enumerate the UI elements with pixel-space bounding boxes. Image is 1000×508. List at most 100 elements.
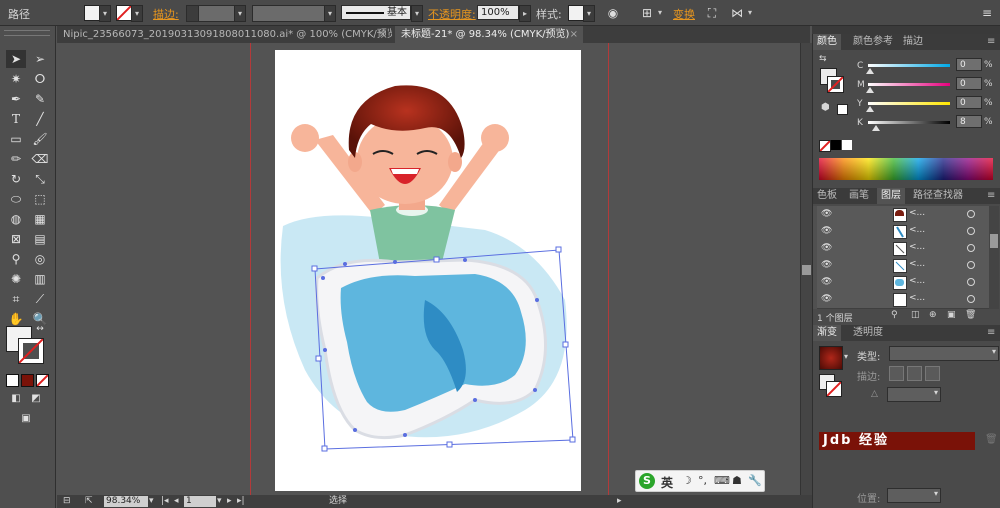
rectangle-tool-icon[interactable]: ▭: [6, 130, 26, 148]
first-artboard-icon[interactable]: |◂: [161, 495, 169, 508]
stroke-swatch[interactable]: [116, 5, 132, 21]
shape-builder-tool-icon[interactable]: ◍: [6, 210, 26, 228]
stroke-weight-dropdown[interactable]: ▾: [234, 5, 246, 22]
paintbrush-tool-icon[interactable]: 🖌: [30, 130, 50, 148]
eraser-tool-icon[interactable]: ⌫: [30, 150, 50, 168]
align-options-dropdown[interactable]: ▾: [655, 5, 665, 20]
stroke-style-field[interactable]: 基本: [341, 5, 411, 20]
tab-transparency[interactable]: 透明度: [849, 325, 887, 341]
last-artboard-icon[interactable]: ▸|: [237, 495, 245, 508]
stroke-gradient-across[interactable]: [925, 366, 940, 381]
target-circle-icon[interactable]: [967, 295, 975, 303]
artboard-dropdown[interactable]: ▾: [217, 495, 222, 508]
gradient-mode-button[interactable]: [21, 374, 34, 387]
stroke-color-box[interactable]: [18, 338, 44, 364]
layer-row[interactable]: 👁 <...: [817, 257, 989, 275]
black-slider[interactable]: [868, 121, 950, 124]
gradient-position-field[interactable]: ▾: [887, 488, 941, 503]
magenta-value[interactable]: 0: [956, 77, 982, 90]
type-tool-icon[interactable]: T: [6, 110, 26, 128]
locate-object-icon[interactable]: ⚲: [891, 310, 898, 320]
toolbar-grip[interactable]: [4, 30, 50, 36]
none-mode-button[interactable]: [36, 374, 49, 387]
scrollbar-thumb[interactable]: [990, 234, 998, 248]
artboard-nav-icon[interactable]: ⊟: [63, 495, 71, 508]
magenta-slider[interactable]: [868, 83, 950, 86]
artboard-number-field[interactable]: 1: [184, 496, 216, 507]
gradient-tool-icon[interactable]: ▤: [30, 230, 50, 248]
delete-stop-icon[interactable]: 🗑: [985, 434, 998, 445]
out-of-gamut-icon[interactable]: ⬢: [821, 102, 830, 113]
stroke-gradient-along[interactable]: [907, 366, 922, 381]
direct-selection-tool-icon[interactable]: ➢: [30, 50, 50, 68]
variable-width-dropdown[interactable]: ▾: [324, 5, 336, 22]
delete-layer-icon[interactable]: 🗑: [965, 310, 976, 320]
target-circle-icon[interactable]: [967, 261, 975, 269]
tab-color-guide[interactable]: 颜色参考: [849, 34, 897, 50]
visibility-eye-icon[interactable]: 👁: [821, 209, 832, 219]
color-mode-button[interactable]: [6, 374, 19, 387]
slider-thumb[interactable]: [866, 106, 874, 112]
warp-tool-icon[interactable]: ⬭: [6, 190, 26, 208]
vertical-scrollbar[interactable]: [800, 43, 812, 495]
tab-nipic-document[interactable]: Nipic_23566073_20190313091808011080.ai* …: [57, 26, 392, 43]
target-circle-icon[interactable]: [967, 210, 975, 218]
stroke-gradient-within[interactable]: [889, 366, 904, 381]
draw-normal-icon[interactable]: ◧: [6, 390, 26, 408]
gradient-preview-swatch[interactable]: [819, 346, 843, 370]
ime-toolbar[interactable]: S 英 ☽ °, ⌨ ☗ 🔧: [635, 470, 765, 492]
selection-tool-icon[interactable]: ➤: [6, 50, 26, 68]
soft-keyboard-icon[interactable]: ⌨: [714, 474, 730, 487]
swap-fill-stroke-icon[interactable]: ↔: [34, 320, 46, 338]
cyan-value[interactable]: 0: [956, 58, 982, 71]
gradient-angle-field[interactable]: ▾: [887, 387, 941, 402]
new-sublayer-icon[interactable]: ⊕: [929, 310, 937, 320]
isolate-group-icon[interactable]: ⋈: [728, 4, 746, 22]
white-swatch[interactable]: [842, 140, 852, 150]
target-circle-icon[interactable]: [967, 227, 975, 235]
gradient-type-select[interactable]: ▾: [889, 346, 999, 361]
mesh-tool-icon[interactable]: ⊠: [6, 230, 26, 248]
opacity-field[interactable]: 100%: [477, 5, 519, 20]
blend-tool-icon[interactable]: ◎: [30, 250, 50, 268]
slider-thumb[interactable]: [866, 87, 874, 93]
panel-menu-icon[interactable]: ≡: [978, 4, 996, 22]
line-tool-icon[interactable]: ╱: [30, 110, 50, 128]
cyan-slider[interactable]: [868, 64, 950, 67]
prev-artboard-icon[interactable]: ◂: [174, 495, 179, 508]
half-width-icon[interactable]: ☽: [682, 474, 692, 487]
transform-link[interactable]: 变换: [673, 6, 695, 22]
zoom-field[interactable]: 98.34%: [104, 496, 148, 507]
layer-name[interactable]: <...: [909, 208, 925, 218]
black-swatch[interactable]: [831, 140, 841, 150]
stroke-style-dropdown[interactable]: ▾: [411, 5, 423, 22]
lasso-tool-icon[interactable]: ⵔ: [30, 70, 50, 88]
new-layer-icon[interactable]: ▣: [947, 310, 956, 320]
curvature-tool-icon[interactable]: ✎: [30, 90, 50, 108]
opacity-dropdown[interactable]: ▸: [519, 5, 531, 22]
close-icon[interactable]: ×: [379, 26, 387, 43]
none-swatch[interactable]: [819, 140, 831, 152]
free-transform-tool-icon[interactable]: ⬚: [30, 190, 50, 208]
graphic-style-dropdown[interactable]: ▾: [583, 5, 595, 22]
column-graph-tool-icon[interactable]: ▥: [30, 270, 50, 288]
align-options-icon[interactable]: ⊞: [638, 4, 656, 22]
stroke-weight-field[interactable]: [198, 5, 236, 22]
tab-gradient[interactable]: 渐变: [813, 325, 841, 341]
target-circle-icon[interactable]: [967, 278, 975, 286]
visibility-eye-icon[interactable]: 👁: [821, 294, 832, 304]
layer-name[interactable]: <...: [909, 242, 925, 252]
transform-bounding-icon[interactable]: ⛶: [703, 4, 721, 22]
artboard[interactable]: [275, 50, 581, 491]
scrollbar-thumb[interactable]: [802, 265, 811, 275]
scale-tool-icon[interactable]: ⤡: [30, 170, 50, 188]
layer-name[interactable]: <...: [909, 293, 925, 303]
draw-behind-icon[interactable]: ◩: [26, 390, 46, 408]
stroke-weight-link[interactable]: 描边:: [153, 6, 179, 22]
panel-menu-icon[interactable]: ≡: [983, 34, 999, 50]
slider-thumb[interactable]: [866, 68, 874, 74]
visibility-eye-icon[interactable]: 👁: [821, 277, 832, 287]
layer-row[interactable]: 👁 <...: [817, 240, 989, 258]
visibility-eye-icon[interactable]: 👁: [821, 243, 832, 253]
skin-icon[interactable]: ☗: [732, 474, 742, 487]
